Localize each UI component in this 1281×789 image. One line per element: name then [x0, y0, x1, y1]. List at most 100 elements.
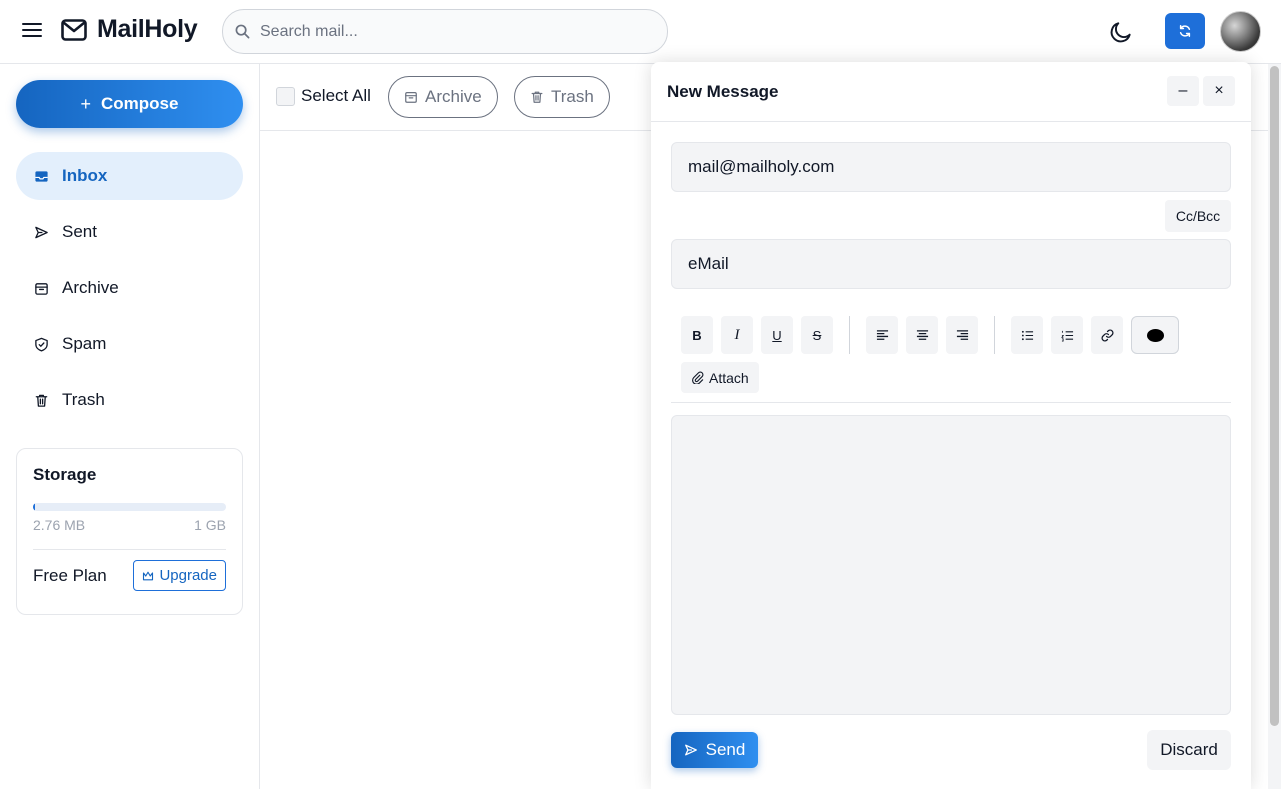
discard-label: Discard	[1160, 740, 1218, 759]
align-left-icon	[876, 329, 888, 340]
menu-icon[interactable]	[20, 18, 44, 42]
crown-icon	[143, 571, 154, 580]
trash-label: Trash	[551, 87, 594, 106]
trash-icon	[531, 91, 543, 103]
storage-card: Storage 2.76 MB 1 GB Free Plan Upgrade	[16, 448, 243, 615]
numbered-list-icon	[1060, 330, 1073, 341]
select-all-label: Select All	[301, 86, 371, 105]
align-center-icon	[916, 329, 928, 340]
plus-icon: +	[80, 93, 92, 114]
sidebar-item-sent[interactable]: Sent	[16, 208, 243, 256]
bold-button[interactable]: B	[681, 316, 713, 354]
storage-used: 2.76 MB	[33, 517, 86, 533]
paperclip-icon	[692, 371, 704, 384]
cc-bcc-label: Cc/Bcc	[1175, 208, 1221, 224]
strikethrough-icon: S	[812, 327, 822, 343]
compose-title: New Message	[667, 82, 779, 101]
to-input[interactable]	[688, 157, 1214, 177]
search-bar[interactable]	[222, 9, 668, 54]
upgrade-label: Upgrade	[159, 567, 217, 584]
app-name: MailHoly	[97, 15, 198, 43]
storage-progress-bar	[33, 503, 226, 511]
sidebar: + Compose Inbox Sent Archive Spam Trash …	[0, 64, 260, 789]
message-body-editor[interactable]	[671, 415, 1231, 715]
refresh-button[interactable]	[1165, 13, 1205, 49]
send-label: Send	[705, 740, 746, 759]
sidebar-item-spam[interactable]: Spam	[16, 320, 243, 368]
compose-window: New Message – × Cc/Bcc B I U S	[651, 62, 1251, 789]
checkbox[interactable]	[276, 86, 295, 106]
compose-button[interactable]: + Compose	[16, 80, 243, 128]
toolbar-divider	[994, 316, 995, 354]
dark-mode-toggle[interactable]	[1108, 19, 1134, 45]
underline-icon: U	[772, 327, 782, 343]
cc-bcc-button[interactable]: Cc/Bcc	[1165, 200, 1231, 232]
bullet-list-button[interactable]	[1011, 316, 1043, 354]
shield-icon	[35, 337, 48, 352]
compose-label: Compose	[101, 94, 179, 113]
text-color-button[interactable]	[1131, 316, 1179, 354]
to-field[interactable]	[671, 142, 1231, 192]
divider	[33, 549, 226, 550]
discard-button[interactable]: Discard	[1147, 730, 1231, 770]
trash-icon	[35, 394, 48, 407]
moon-icon	[1110, 22, 1131, 43]
italic-icon: I	[734, 326, 740, 343]
archive-button[interactable]: Archive	[388, 76, 498, 118]
bullet-list-icon	[1021, 330, 1033, 340]
align-left-button[interactable]	[866, 316, 898, 354]
attach-button[interactable]: Attach	[681, 362, 759, 393]
inbox-icon	[35, 170, 48, 182]
app-logo[interactable]: MailHoly	[61, 15, 198, 44]
send-button[interactable]: Send	[671, 732, 758, 768]
scrollbar[interactable]	[1268, 64, 1281, 789]
mail-icon	[61, 18, 87, 41]
sidebar-item-archive[interactable]: Archive	[16, 264, 243, 312]
minimize-icon: –	[1178, 82, 1188, 99]
bold-icon: B	[692, 327, 702, 343]
plan-name: Free Plan	[33, 565, 107, 585]
trash-button[interactable]: Trash	[514, 76, 610, 118]
user-avatar[interactable]	[1220, 11, 1261, 52]
align-right-icon	[956, 329, 968, 340]
select-all-checkbox[interactable]: Select All	[276, 86, 371, 106]
link-button[interactable]	[1091, 316, 1123, 354]
send-icon	[684, 744, 697, 756]
underline-button[interactable]: U	[761, 316, 793, 354]
sidebar-item-label: Archive	[62, 278, 119, 297]
archive-label: Archive	[425, 87, 482, 106]
sidebar-item-label: Inbox	[62, 166, 108, 185]
toolbar-divider	[849, 316, 850, 354]
sidebar-item-label: Sent	[62, 222, 97, 241]
sidebar-item-label: Trash	[62, 390, 105, 409]
sidebar-item-inbox[interactable]: Inbox	[16, 152, 243, 200]
send-icon	[35, 226, 48, 238]
minimize-button[interactable]: –	[1167, 76, 1199, 106]
italic-button[interactable]: I	[721, 316, 753, 354]
subject-field[interactable]	[671, 239, 1231, 289]
close-icon: ×	[1214, 82, 1224, 99]
archive-icon	[405, 92, 417, 103]
sidebar-item-trash[interactable]: Trash	[16, 376, 243, 424]
attach-label: Attach	[709, 369, 749, 386]
storage-progress-fill	[33, 503, 35, 511]
top-bar: MailHoly	[0, 0, 1281, 64]
numbered-list-button[interactable]	[1051, 316, 1083, 354]
formatting-toolbar: B I U S Attach	[671, 302, 1231, 403]
strikethrough-button[interactable]: S	[801, 316, 833, 354]
search-input[interactable]	[260, 22, 640, 41]
storage-total: 1 GB	[194, 517, 226, 533]
scrollbar-thumb[interactable]	[1270, 66, 1279, 726]
upgrade-button[interactable]: Upgrade	[133, 560, 226, 591]
close-button[interactable]: ×	[1203, 76, 1235, 106]
color-swatch-icon	[1146, 328, 1164, 342]
archive-icon	[35, 282, 48, 295]
search-icon	[235, 24, 250, 39]
subject-input[interactable]	[688, 254, 1214, 274]
compose-header: New Message – ×	[651, 62, 1251, 122]
align-right-button[interactable]	[946, 316, 978, 354]
align-center-button[interactable]	[906, 316, 938, 354]
refresh-icon	[1179, 25, 1191, 37]
storage-title: Storage	[33, 465, 97, 484]
link-icon	[1101, 329, 1113, 341]
